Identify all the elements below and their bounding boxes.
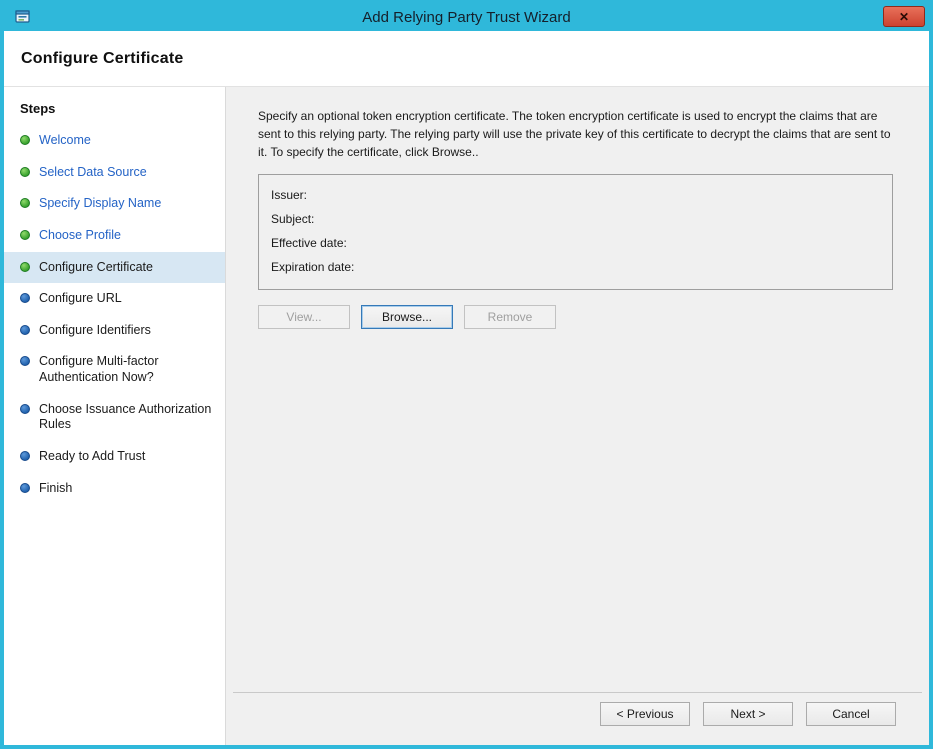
step-complete-icon: [20, 262, 30, 272]
step-complete-icon: [20, 135, 30, 145]
sidebar-item-configure-identifiers: Configure Identifiers: [4, 315, 225, 347]
step-label: Specify Display Name: [39, 196, 161, 212]
step-pending-icon: [20, 325, 30, 335]
steps-heading: Steps: [4, 97, 225, 125]
step-label: Configure Certificate: [39, 260, 153, 276]
certificate-actions: View... Browse... Remove: [258, 305, 893, 329]
titlebar: Add Relying Party Trust Wizard ✕: [4, 4, 929, 31]
step-label: Configure URL: [39, 291, 122, 307]
previous-button[interactable]: < Previous: [600, 702, 690, 726]
page-header: Configure Certificate: [4, 31, 929, 87]
step-label: Welcome: [39, 133, 91, 149]
step-pending-icon: [20, 451, 30, 461]
content-area: Specify an optional token encryption cer…: [226, 87, 929, 745]
sidebar-item-choose-profile[interactable]: Choose Profile: [4, 220, 225, 252]
certificate-box: Issuer:Subject:Effective date:Expiration…: [258, 174, 893, 290]
browse-button[interactable]: Browse...: [361, 305, 453, 329]
step-label: Ready to Add Trust: [39, 449, 145, 465]
sidebar-item-configure-url: Configure URL: [4, 283, 225, 315]
step-label: Choose Issuance Authorization Rules: [39, 402, 217, 433]
sidebar-item-welcome[interactable]: Welcome: [4, 125, 225, 157]
step-pending-icon: [20, 293, 30, 303]
certificate-field-label: Effective date:: [271, 231, 347, 255]
sidebar-item-configure-multi-factor-authentication-now: Configure Multi-factor Authentication No…: [4, 346, 225, 393]
wizard-body: Steps Welcome Select Data Source Specify D…: [4, 87, 929, 745]
certificate-field-label: Issuer:: [271, 183, 307, 207]
step-label: Configure Identifiers: [39, 323, 151, 339]
step-complete-icon: [20, 198, 30, 208]
footer-divider: [233, 692, 922, 693]
sidebar-item-select-data-source[interactable]: Select Data Source: [4, 157, 225, 189]
sidebar-item-choose-issuance-authorization-rules: Choose Issuance Authorization Rules: [4, 394, 225, 441]
wizard-app-icon: [14, 8, 32, 26]
certificate-field-row: Subject:: [271, 207, 880, 231]
description-text: Specify an optional token encryption cer…: [258, 108, 893, 161]
step-label: Choose Profile: [39, 228, 121, 244]
step-pending-icon: [20, 356, 30, 366]
certificate-field-row: Effective date:: [271, 231, 880, 255]
certificate-field-row: Issuer:: [271, 183, 880, 207]
add-relying-party-trust-wizard-window: Add Relying Party Trust Wizard ✕ Configu…: [0, 0, 933, 749]
window-title: Add Relying Party Trust Wizard: [362, 9, 570, 26]
sidebar-item-configure-certificate: Configure Certificate: [4, 252, 225, 284]
steps-sidebar: Steps Welcome Select Data Source Specify D…: [4, 87, 226, 745]
sidebar-item-ready-to-add-trust: Ready to Add Trust: [4, 441, 225, 473]
step-complete-icon: [20, 230, 30, 240]
step-label: Configure Multi-factor Authentication No…: [39, 354, 217, 385]
page-title: Configure Certificate: [21, 50, 183, 68]
step-pending-icon: [20, 483, 30, 493]
steps-list: Welcome Select Data Source Specify Display…: [4, 125, 225, 504]
certificate-field-row: Expiration date:: [271, 255, 880, 279]
sidebar-item-specify-display-name[interactable]: Specify Display Name: [4, 188, 225, 220]
sidebar-item-finish: Finish: [4, 473, 225, 505]
step-complete-icon: [20, 167, 30, 177]
close-button[interactable]: ✕: [883, 6, 925, 27]
next-button[interactable]: Next >: [703, 702, 793, 726]
remove-button: Remove: [464, 305, 556, 329]
cancel-button[interactable]: Cancel: [806, 702, 896, 726]
view-button: View...: [258, 305, 350, 329]
certificate-field-label: Expiration date:: [271, 255, 354, 279]
step-pending-icon: [20, 404, 30, 414]
certificate-field-label: Subject:: [271, 207, 314, 231]
step-label: Select Data Source: [39, 165, 147, 181]
footer-buttons: < Previous Next > Cancel: [600, 702, 896, 726]
step-label: Finish: [39, 481, 72, 497]
